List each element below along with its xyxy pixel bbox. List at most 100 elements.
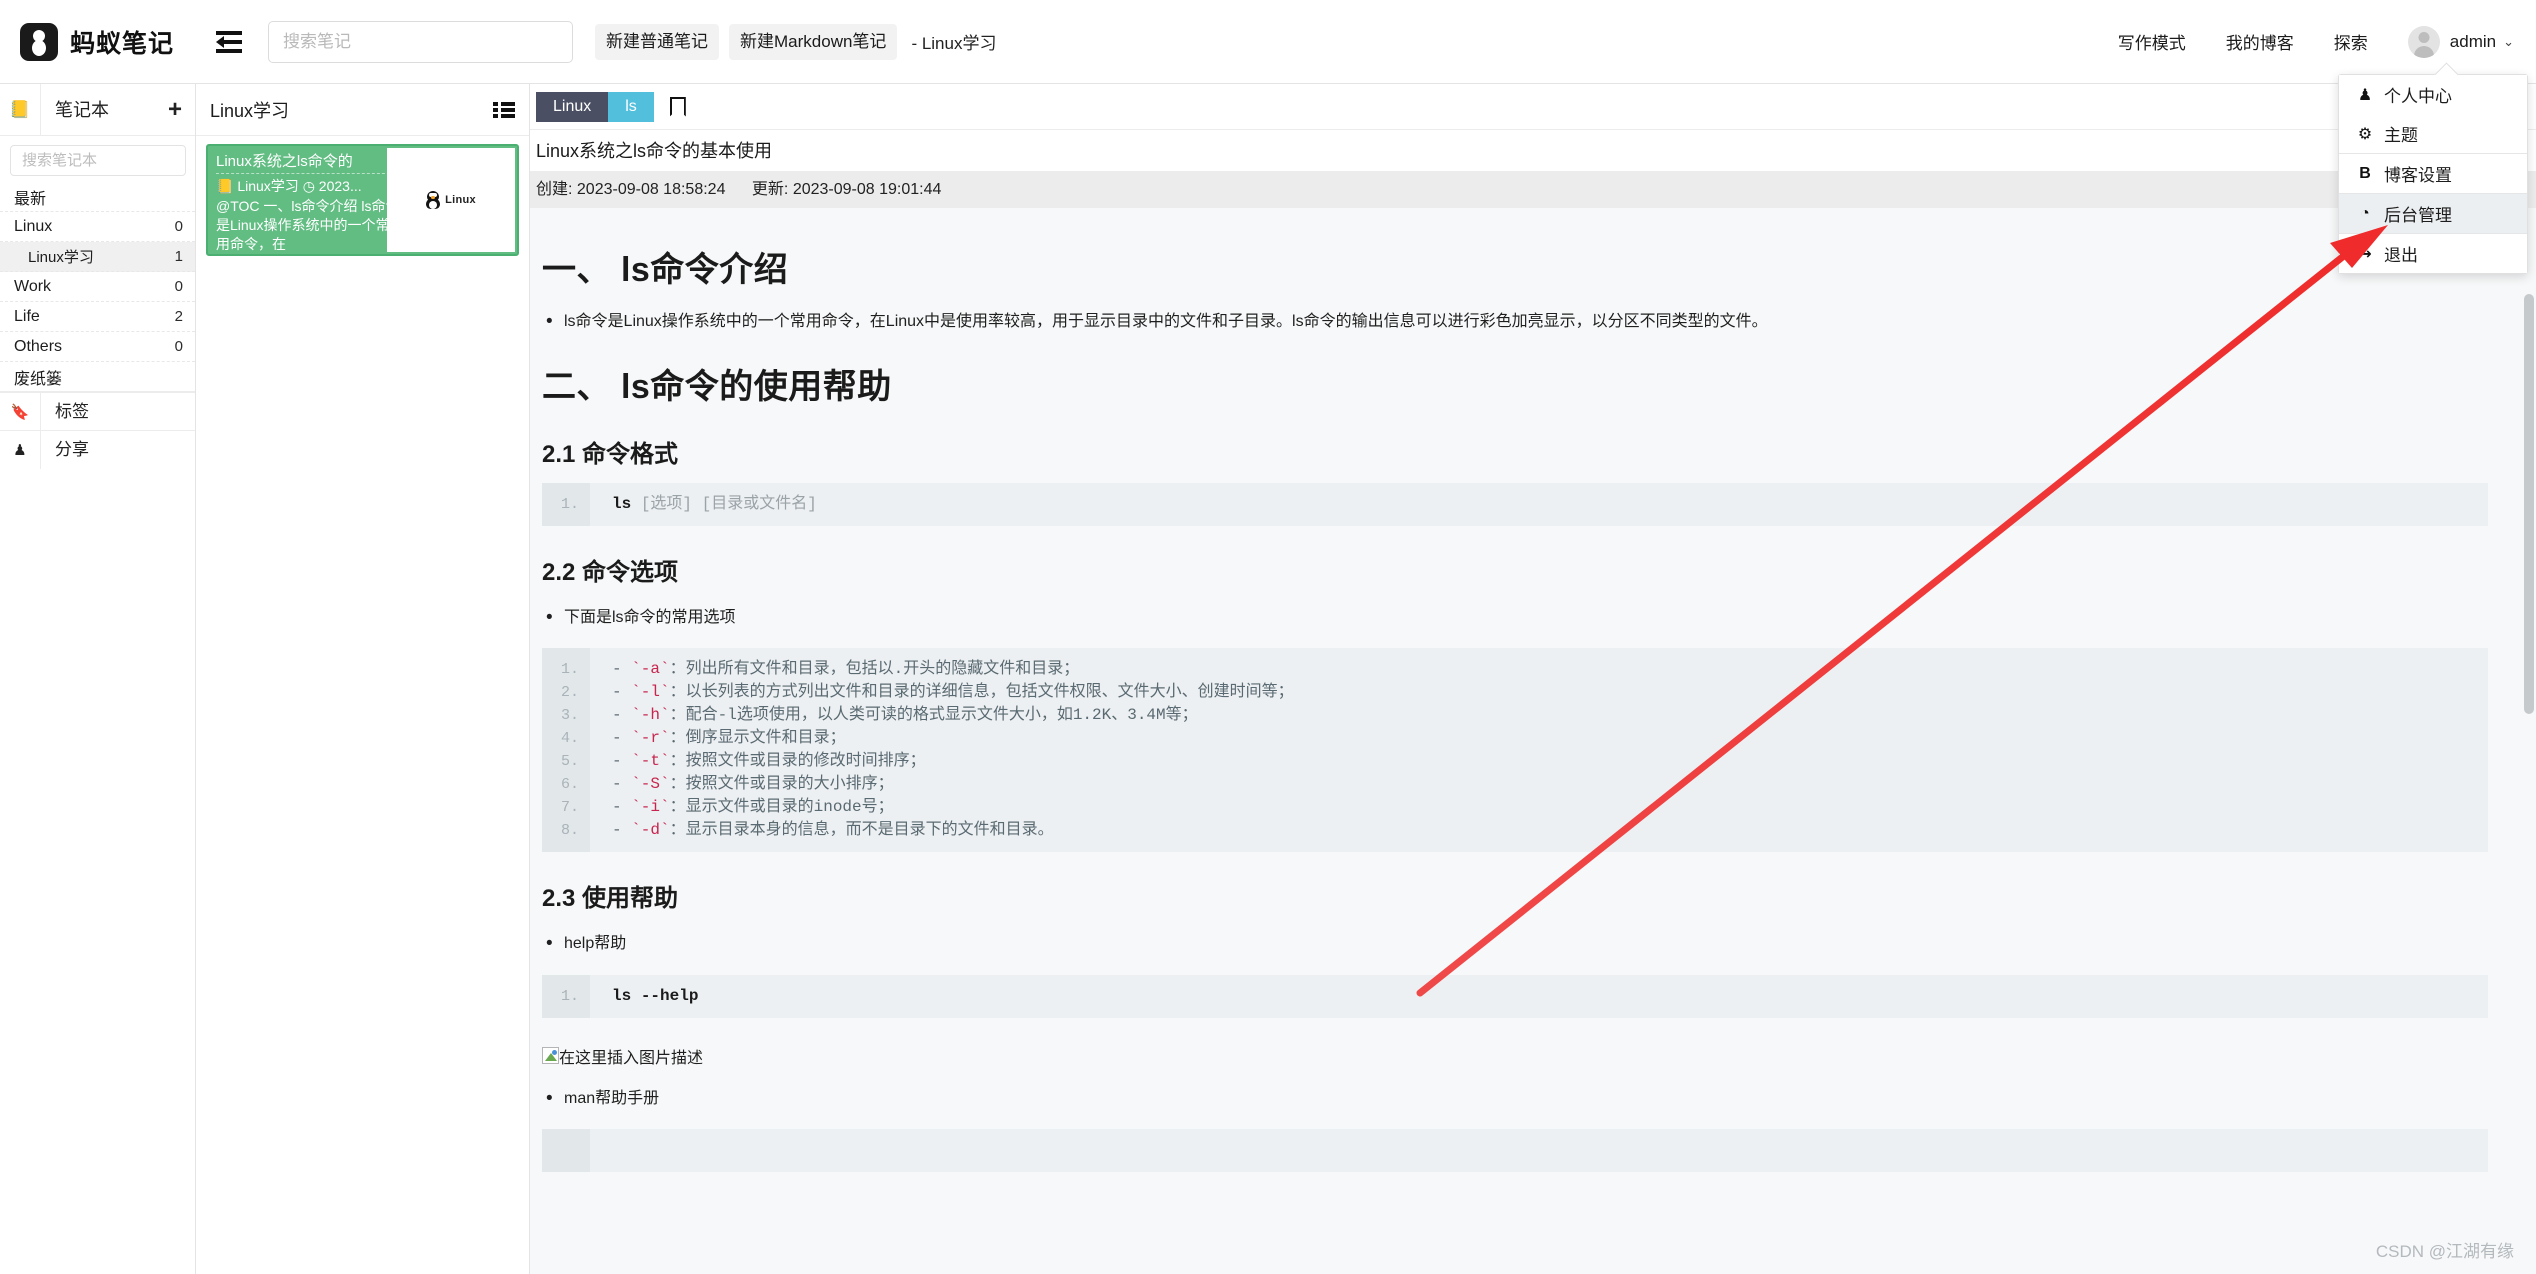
- tag-ls[interactable]: ls: [608, 91, 654, 122]
- line-number: 4.: [560, 730, 579, 748]
- code-desc: ：配合-l选项使用，以人类可读的格式显示文件大小，如1.2K、3.4M等；: [669, 706, 1198, 725]
- note-title: Linux系统之ls命令的基本使用: [530, 130, 2536, 172]
- list-item: man帮助手册: [542, 1084, 2488, 1114]
- sidebar-item-linux[interactable]: Linux 0: [0, 212, 195, 242]
- menu-item-theme[interactable]: ⚙ 主题: [2339, 114, 2527, 153]
- man-list: man帮助手册: [542, 1084, 2488, 1114]
- note-card-notebook: Linux学习: [237, 178, 299, 194]
- logout-icon: ↪: [2358, 245, 2372, 263]
- gear-icon: ⚙: [2357, 125, 2373, 143]
- sidebar-item-share[interactable]: ♟ 分享: [0, 430, 195, 469]
- menu-item-blog-settings[interactable]: B 博客设置: [2339, 154, 2527, 193]
- vertical-scrollbar-thumb[interactable]: [2524, 294, 2534, 714]
- sidebar-item-others[interactable]: Others 0: [0, 332, 195, 362]
- new-markdown-note-button[interactable]: 新建Markdown笔记: [729, 23, 898, 60]
- note-list-header: Linux学习: [196, 84, 529, 136]
- nav-my-blog[interactable]: 我的博客: [2226, 29, 2294, 54]
- nav-explore[interactable]: 探索: [2334, 29, 2368, 54]
- sidebar-item-trash[interactable]: 废纸篓: [0, 362, 195, 392]
- menu-label: 博客设置: [2384, 166, 2452, 185]
- line-number: 1.: [560, 495, 579, 513]
- dashboard-icon: ◔: [2360, 204, 2370, 222]
- user-dropdown-menu: ♟ 个人中心 ⚙ 主题 B 博客设置 ◔ 后台管理 ↪ 退出: [2338, 74, 2528, 274]
- code-option: `-S`: [631, 775, 670, 794]
- notebook-count: 0: [174, 218, 183, 235]
- code-desc: ：按照文件或目录的修改时间排序；: [669, 752, 926, 771]
- code-gutter: [542, 1129, 590, 1173]
- top-bar: 蚂蚁笔记 新建普通笔记 新建Markdown笔记 - Linux学习 写作模式 …: [0, 0, 2536, 84]
- notebook-count: 0: [174, 338, 183, 355]
- menu-label: 主题: [2384, 126, 2418, 145]
- sidebar-item-label: 标签: [40, 392, 195, 431]
- note-card-text: Linux系统之ls命令的 📒 Linux学习 ◷ 2023... @TOC 一…: [208, 146, 408, 254]
- tag-linux[interactable]: Linux: [536, 91, 609, 122]
- sidebar-item-life[interactable]: Life 2: [0, 302, 195, 332]
- sidebar-item-linux-study[interactable]: Linux学习 1: [0, 242, 195, 272]
- code-gutter: 1.: [542, 974, 590, 1018]
- tux-penguin-icon: [426, 191, 441, 209]
- code-desc: ：显示目录本身的信息，而不是目录下的文件和目录。: [669, 821, 1054, 840]
- code-lines: ls --help: [590, 975, 2488, 1018]
- code-line: ls --help: [612, 985, 2488, 1008]
- thumbnail-label: Linux: [445, 194, 476, 206]
- list-item: 下面是ls命令的常用选项: [542, 603, 2488, 633]
- code-line: - `-a`：列出所有文件和目录，包括以.开头的隐藏文件和目录；: [612, 660, 1080, 679]
- image-caption: 在这里插入图片描述: [559, 1049, 704, 1067]
- tag-bookmark-icon: 🔖: [10, 403, 30, 421]
- search-input[interactable]: [268, 20, 574, 63]
- plus-icon[interactable]: +: [155, 96, 195, 124]
- menu-item-admin-dashboard[interactable]: ◔ 后台管理: [2339, 194, 2527, 233]
- code-block-options: 1. 2. 3. 4. 5. 6. 7. 8. - `-a`：列出所有文件和目录…: [542, 648, 2488, 853]
- user-menu-trigger[interactable]: admin ⌄: [2407, 25, 2514, 58]
- line-number: 2.: [560, 684, 579, 702]
- menu-label: 退出: [2384, 246, 2418, 265]
- code-desc: ：以长列表的方式列出文件和目录的详细信息，包括文件权限、文件大小、创建时间等；: [669, 683, 1294, 702]
- line-number: 1.: [560, 661, 579, 679]
- markdown-document: 一、 ls命令介绍 ls命令是Linux操作系统中的一个常用命令，在Linux中…: [530, 208, 2514, 1173]
- code-block-man-partial: [542, 1129, 2488, 1173]
- menu-item-logout[interactable]: ↪ 退出: [2339, 234, 2527, 273]
- nav-writing-mode[interactable]: 写作模式: [2118, 29, 2186, 54]
- notebook-search-input[interactable]: [10, 145, 186, 176]
- note-card-meta: 📒 Linux学习 ◷ 2023...: [216, 176, 400, 196]
- code-option: `-h`: [631, 706, 670, 725]
- watermark: CSDN @江湖有缘: [2375, 1242, 2514, 1261]
- notebook-icon: 📒: [9, 99, 31, 119]
- note-content-area[interactable]: 一、 ls命令介绍 ls命令是Linux操作系统中的一个常用命令，在Linux中…: [530, 208, 2536, 1274]
- code-option: `-d`: [631, 821, 670, 840]
- code-lines: [590, 1129, 2488, 1172]
- collapse-sidebar-icon[interactable]: [216, 30, 243, 53]
- line-number: 6.: [560, 776, 579, 794]
- created-label: 创建: 2023-09-08 18:58:24: [536, 181, 726, 198]
- code-gutter: 1. 2. 3. 4. 5. 6. 7. 8.: [542, 648, 590, 853]
- brand[interactable]: 蚂蚁笔记: [20, 22, 174, 61]
- code-command: ls: [612, 494, 632, 513]
- sidebar-header: 📒 笔记本 +: [0, 83, 195, 136]
- code-line: - `-h`：配合-l选项使用，以人类可读的格式显示文件大小，如1.2K、3.4…: [612, 706, 1198, 725]
- sidebar-item-label: 分享: [40, 430, 195, 469]
- list-view-icon[interactable]: [493, 101, 515, 118]
- menu-item-personal-center[interactable]: ♟ 个人中心: [2339, 75, 2527, 114]
- code-desc: ：倒序显示文件和目录；: [669, 729, 846, 748]
- note-card-preview: @TOC 一、ls命令介绍 ls命令是Linux操作系统中的一个常用命令，在: [216, 198, 400, 252]
- code-block-format: 1. ls [选项] [目录或文件名]: [542, 482, 2488, 526]
- code-option: `-t`: [631, 752, 670, 771]
- code-lines: ls [选项] [目录或文件名]: [590, 483, 2488, 526]
- code-args: [选项] [目录或文件名]: [640, 494, 817, 513]
- code-desc: ：显示文件或目录的inode号；: [669, 798, 894, 817]
- sidebar-item-latest[interactable]: 最新: [0, 182, 195, 212]
- bookmark-icon[interactable]: [670, 97, 686, 117]
- code-line: - `-t`：按照文件或目录的修改时间排序；: [612, 752, 926, 771]
- notebook-label: Linux学习: [28, 249, 94, 266]
- line-number: 7.: [560, 799, 579, 817]
- sidebar-item-work[interactable]: Work 0: [0, 272, 195, 302]
- new-note-button[interactable]: 新建普通笔记: [595, 23, 720, 60]
- note-card-thumbnail: Linux: [387, 148, 515, 252]
- sidebar-item-tags[interactable]: 🔖 标签: [0, 392, 195, 431]
- code-line: - `-S`：按照文件或目录的大小排序；: [612, 775, 894, 794]
- list-item: help帮助: [542, 929, 2488, 959]
- help-list: help帮助: [542, 929, 2488, 959]
- list-item[interactable]: Linux系统之ls命令的 📒 Linux学习 ◷ 2023... @TOC 一…: [206, 144, 519, 256]
- heading-2-format: 2.1 命令格式: [542, 440, 679, 468]
- code-line: - `-i`：显示文件或目录的inode号；: [612, 798, 894, 817]
